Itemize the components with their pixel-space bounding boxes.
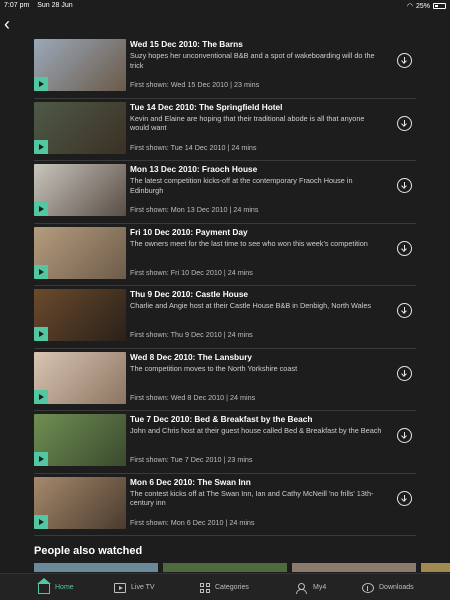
chevron-left-icon: ‹ — [4, 14, 10, 34]
tab-label: Home — [55, 584, 74, 591]
play-icon[interactable] — [34, 139, 48, 154]
download-icon[interactable] — [397, 53, 412, 68]
episode-thumbnail[interactable] — [34, 226, 126, 279]
wifi-icon: ◠ — [406, 3, 413, 10]
episode-thumbnail[interactable] — [34, 39, 126, 91]
episode-thumbnail[interactable] — [34, 101, 126, 154]
episode-title: Thu 9 Dec 2010: Castle House — [130, 289, 249, 299]
episode-title: Wed 15 Dec 2010: The Barns — [130, 39, 243, 49]
categories-icon — [200, 582, 210, 593]
episode-description: Suzy hopes her unconventional B&B and a … — [130, 51, 375, 70]
tab-downloads[interactable]: Downloads — [362, 574, 414, 600]
episode-thumbnail[interactable] — [34, 164, 126, 216]
episode-row[interactable]: Tue 14 Dec 2010: The Springfield Hotel Ke… — [34, 99, 416, 161]
episode-thumbnail[interactable] — [34, 414, 126, 466]
episode-first-shown: First shown: Thu 9 Dec 2010 | 24 mins — [130, 330, 253, 339]
play-icon[interactable] — [34, 514, 48, 529]
play-icon[interactable] — [34, 452, 48, 466]
episode-first-shown: First shown: Mon 6 Dec 2010 | 24 mins — [130, 517, 255, 527]
episode-first-shown: First shown: Wed 8 Dec 2010 | 24 mins — [130, 392, 256, 402]
tab-home[interactable]: Home — [37, 574, 74, 600]
download-icon[interactable] — [397, 365, 412, 381]
people-also-watched-title: People also watched — [34, 545, 143, 557]
play-icon[interactable] — [34, 77, 48, 91]
recommendation-thumbnail[interactable] — [421, 563, 450, 572]
status-time: 7:07 pm — [4, 2, 30, 9]
episode-first-shown: First shown: Wed 15 Dec 2010 | 23 mins — [130, 80, 260, 89]
episode-row[interactable]: Wed 15 Dec 2010: The Barns Suzy hopes her… — [34, 36, 416, 99]
episode-description: The competition moves to the North Yorks… — [130, 363, 298, 373]
episode-title: Tue 7 Dec 2010: Bed & Breakfast by the B… — [130, 414, 313, 424]
episode-title: Wed 8 Dec 2010: The Lansbury — [130, 351, 253, 362]
episode-row[interactable]: Fri 10 Dec 2010: Payment Day The owners m… — [34, 224, 416, 286]
home-icon — [37, 578, 51, 594]
episode-first-shown: First shown: Tue 14 Dec 2010 | 24 mins — [130, 142, 257, 152]
episode-first-shown: First shown: Tue 7 Dec 2010 | 23 mins — [130, 455, 253, 464]
episode-first-shown: First shown: Fri 10 Dec 2010 | 24 mins — [130, 267, 253, 277]
back-button[interactable]: ‹ — [4, 14, 20, 34]
play-icon[interactable] — [34, 202, 48, 216]
download-icon[interactable] — [397, 240, 412, 256]
status-bar: 7:07 pm Sun 28 Jun ◠ 25% — [0, 0, 450, 12]
episode-description: John and Chris host at their guest house… — [130, 426, 382, 435]
tab-my4[interactable]: My4 — [296, 574, 326, 600]
play-icon[interactable] — [34, 264, 48, 279]
status-date: Sun 28 Jun — [37, 2, 73, 9]
status-left: 7:07 pm Sun 28 Jun — [4, 2, 79, 9]
download-icon[interactable] — [397, 428, 412, 443]
tab-label: Downloads — [379, 584, 414, 591]
people-also-watched-rail[interactable] — [34, 563, 450, 572]
episode-description: The owners meet for the last time to see… — [130, 238, 368, 248]
tab-label: Live TV — [131, 584, 155, 591]
play-icon[interactable] — [34, 389, 48, 404]
episode-row[interactable]: Thu 9 Dec 2010: Castle House Charlie and … — [34, 286, 416, 349]
battery-icon — [433, 3, 446, 9]
episode-description: Charlie and Angie host at their Castle H… — [130, 301, 372, 310]
play-icon[interactable] — [34, 327, 48, 341]
episode-description: Kevin and Elaine are hoping that their t… — [130, 113, 365, 133]
recommendation-thumbnail[interactable] — [163, 563, 287, 572]
episode-row[interactable]: Mon 13 Dec 2010: Fraoch House The latest … — [34, 161, 416, 224]
episode-first-shown: First shown: Mon 13 Dec 2010 | 24 mins — [130, 205, 259, 214]
download-icon[interactable] — [397, 115, 412, 131]
episode-thumbnail[interactable] — [34, 476, 126, 529]
tab-live-tv[interactable]: Live TV — [114, 574, 155, 600]
download-icon[interactable] — [397, 490, 412, 506]
tab-label: My4 — [313, 584, 327, 591]
download-icon[interactable] — [397, 178, 412, 193]
recommendation-thumbnail[interactable] — [292, 563, 416, 572]
download-icon — [362, 582, 374, 593]
episode-row[interactable]: Wed 8 Dec 2010: The Lansbury The competit… — [34, 349, 416, 411]
tab-categories[interactable]: Categories — [200, 574, 249, 600]
episode-title: Fri 10 Dec 2010: Payment Day — [130, 226, 248, 237]
tab-label: Categories — [215, 584, 249, 591]
download-icon[interactable] — [397, 303, 412, 318]
episode-row[interactable]: Mon 6 Dec 2010: The Swan Inn The contest … — [34, 474, 416, 536]
episode-row[interactable]: Tue 7 Dec 2010: Bed & Breakfast by the B… — [34, 411, 416, 474]
episode-description: The contest kicks off at The Swan Inn, I… — [130, 488, 374, 508]
status-right: ◠ 25% — [407, 2, 446, 10]
battery-percent: 25% — [415, 2, 430, 10]
episode-description: The latest competition kicks-off at the … — [130, 176, 353, 195]
tab-bar: Home Live TV Categories My4 Downloads — [0, 573, 450, 600]
episode-title: Mon 6 Dec 2010: The Swan Inn — [130, 476, 251, 487]
episode-title: Tue 14 Dec 2010: The Springfield Hotel — [130, 101, 283, 112]
episode-thumbnail[interactable] — [34, 351, 126, 404]
episode-title: Mon 13 Dec 2010: Fraoch House — [130, 164, 258, 174]
recommendation-thumbnail[interactable] — [34, 563, 158, 572]
episode-list: Wed 15 Dec 2010: The Barns Suzy hopes her… — [34, 36, 416, 536]
user-icon — [296, 582, 308, 594]
tv-icon — [114, 582, 126, 593]
episode-thumbnail[interactable] — [34, 289, 126, 341]
